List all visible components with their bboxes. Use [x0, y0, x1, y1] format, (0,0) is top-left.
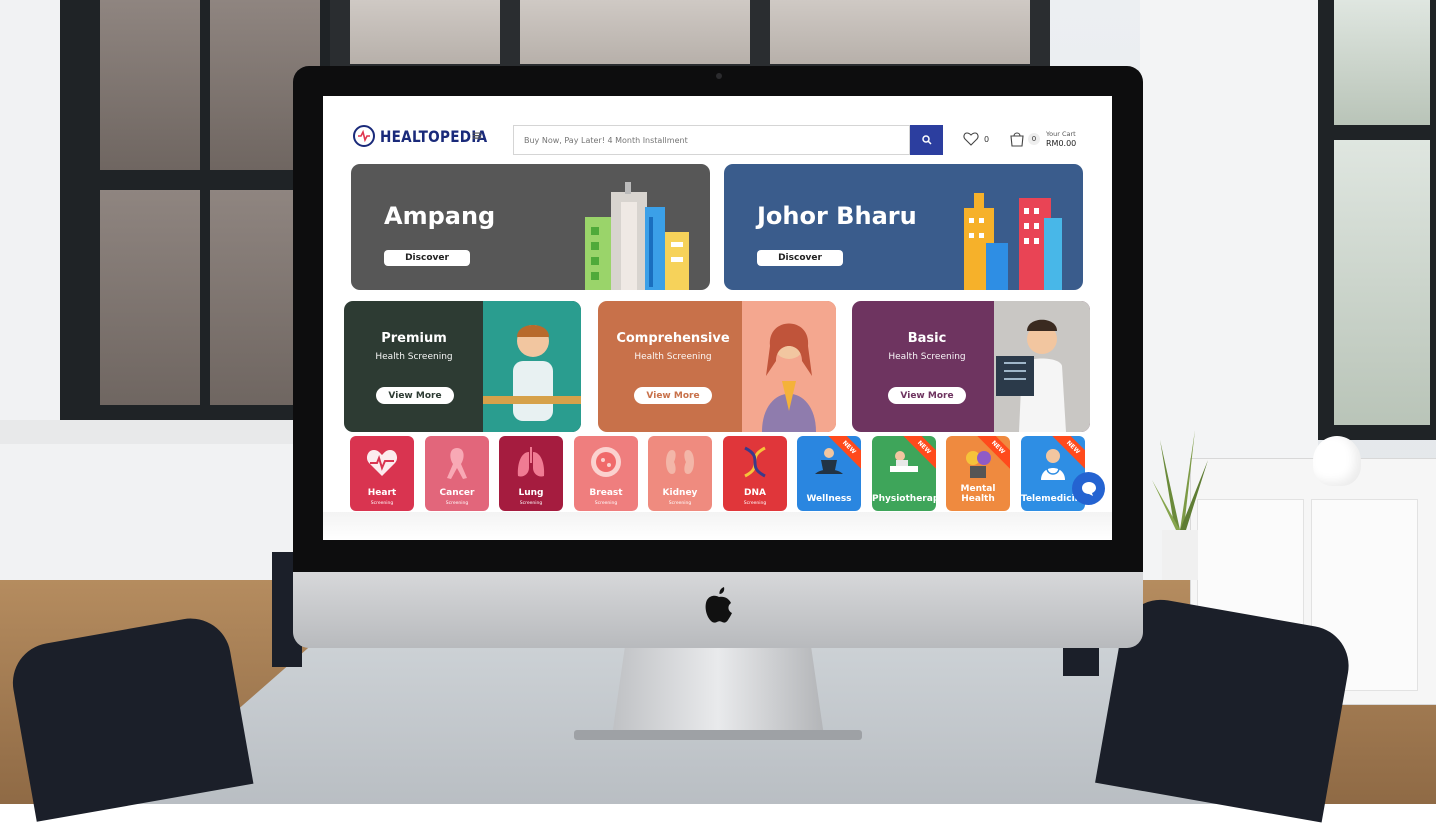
- wishlist-count: 0: [984, 134, 990, 144]
- window-sill: [0, 420, 330, 444]
- category-label: Lung: [518, 488, 544, 498]
- heart-icon: [366, 450, 398, 476]
- category-sublabel: Screening: [519, 501, 543, 506]
- dna-icon: [744, 446, 766, 478]
- package-subtitle: Health Screening: [634, 352, 712, 362]
- category-label: Heart: [367, 488, 397, 498]
- page-bottom-fade: [323, 512, 1112, 540]
- brand-logo[interactable]: HEALTOPEDIA: [352, 124, 506, 148]
- hamburger-icon[interactable]: ≡: [471, 128, 483, 144]
- doctor-xray-illustration: [994, 301, 1090, 432]
- heart-icon: [963, 132, 979, 146]
- right-window: [1318, 0, 1436, 440]
- plant: [1152, 430, 1208, 580]
- category-tile-lung[interactable]: Lung Screening: [499, 436, 563, 511]
- site-header: HEALTOPEDIA ≡ 0 0 Your Cart: [323, 96, 1112, 160]
- package-subtitle: Health Screening: [375, 352, 453, 362]
- website-screen: HEALTOPEDIA ≡ 0 0 Your Cart: [323, 96, 1112, 540]
- category-tile-breast[interactable]: Breast Screening: [574, 436, 638, 511]
- breast-icon: [591, 447, 621, 477]
- webcam: [716, 73, 722, 79]
- cart-summary[interactable]: Your Cart RM0.00: [1046, 130, 1076, 148]
- package-title: Comprehensive: [616, 331, 730, 346]
- category-tile-cancer[interactable]: Cancer Screening: [425, 436, 489, 511]
- package-comprehensive[interactable]: Comprehensive Health Screening View More: [598, 301, 836, 432]
- view-more-button[interactable]: View More: [888, 387, 966, 404]
- package-subtitle: Health Screening: [888, 352, 966, 362]
- category-tile-physiotherapy[interactable]: PhysiotherapyNEW: [872, 436, 936, 511]
- stethoscope-logo-icon: [353, 125, 375, 147]
- city-buildings-illustration: [964, 193, 1062, 290]
- banner-title: Johor Bharu: [757, 202, 917, 230]
- package-premium[interactable]: Premium Health Screening View More: [344, 301, 581, 432]
- chat-bubble-icon: [1081, 481, 1096, 496]
- package-text: Premium Health Screening: [344, 331, 484, 362]
- category-tile-telemedicine[interactable]: Telemedicine NEW: [1021, 436, 1085, 511]
- top-window: [330, 0, 1050, 70]
- cart-button[interactable]: 0: [1009, 131, 1040, 147]
- package-text: Comprehensive Health Screening: [598, 331, 748, 362]
- lungs-icon: [517, 447, 545, 477]
- doctor-illustration: [483, 301, 581, 432]
- wishlist-button[interactable]: 0: [963, 132, 989, 146]
- ribbon-icon: [447, 448, 467, 479]
- cart-label: Your Cart: [1046, 130, 1076, 138]
- search-input[interactable]: [522, 126, 906, 154]
- monitor-stand-base: [574, 730, 862, 740]
- woman-illustration: [742, 301, 836, 432]
- category-label: Breast: [589, 488, 623, 498]
- category-label: Cancer: [439, 488, 475, 498]
- discover-button[interactable]: Discover: [384, 250, 470, 266]
- chat-button[interactable]: [1072, 472, 1105, 505]
- view-more-button[interactable]: View More: [376, 387, 454, 404]
- category-label: Wellness: [806, 494, 852, 504]
- category-tile-dna[interactable]: DNA Screening: [723, 436, 787, 511]
- package-title: Premium: [381, 331, 447, 346]
- category-sublabel: Screening: [370, 501, 394, 506]
- category-tile-wellness[interactable]: Wellness NEW: [797, 436, 861, 511]
- category-label: Kidney: [662, 488, 698, 498]
- category-sublabel: Screening: [594, 501, 618, 506]
- vase: [1313, 436, 1361, 486]
- search-icon: [921, 135, 932, 145]
- search-bar: [513, 125, 910, 155]
- category-tile-heart[interactable]: Heart Screening: [350, 436, 414, 511]
- left-window: [60, 0, 330, 420]
- category-tile-kidney[interactable]: Kidney Screening: [648, 436, 712, 511]
- shopping-bag-icon: [1010, 132, 1024, 147]
- discover-button[interactable]: Discover: [757, 250, 843, 266]
- category-label: Physiotherapy: [872, 494, 936, 504]
- view-more-button[interactable]: View More: [634, 387, 712, 404]
- cart-count: 0: [1028, 133, 1040, 145]
- package-basic[interactable]: Basic Health Screening View More: [852, 301, 1090, 432]
- banner-ampang[interactable]: Ampang Discover: [351, 164, 710, 290]
- category-label: Mental Health: [960, 484, 996, 504]
- category-tile-mental-health[interactable]: Mental Health NEW: [946, 436, 1010, 511]
- monitor-stand: [612, 648, 824, 736]
- category-sublabel: Screening: [743, 501, 767, 506]
- banner-johor-bharu[interactable]: Johor Bharu Discover: [724, 164, 1083, 290]
- city-buildings-illustration: [585, 182, 689, 290]
- kidney-icon: [666, 450, 694, 474]
- package-text: Basic Health Screening: [852, 331, 1002, 362]
- package-title: Basic: [907, 331, 947, 346]
- banner-title: Ampang: [384, 202, 496, 230]
- category-label: DNA: [744, 488, 766, 498]
- cart-total: RM0.00: [1046, 139, 1077, 148]
- category-sublabel: Screening: [668, 501, 692, 506]
- search-button[interactable]: [910, 125, 943, 155]
- apple-logo-icon: [705, 587, 732, 623]
- category-sublabel: Screening: [445, 501, 469, 506]
